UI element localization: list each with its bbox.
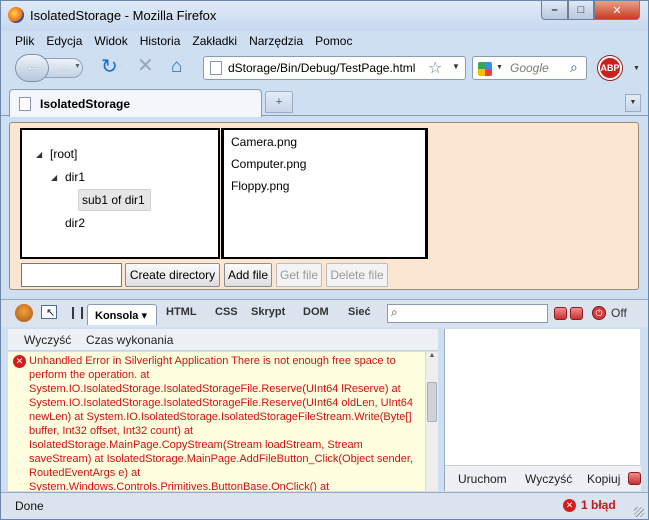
search-icon[interactable]: ⌕ <box>570 59 578 76</box>
home-icon[interactable]: ⌂ <box>171 57 182 77</box>
stop-icon[interactable]: ✕ <box>137 56 154 76</box>
menu-plik[interactable]: Plik <box>5 32 40 52</box>
search-engine-dropdown-icon[interactable]: ▼ <box>496 64 503 71</box>
tree-toggle-icon[interactable]: ◢ <box>36 150 42 159</box>
firebug-search-input[interactable]: ⌕ <box>387 304 548 323</box>
copy-button[interactable]: Kopiuj <box>587 472 620 486</box>
scroll-up-icon[interactable]: ▲ <box>426 352 438 364</box>
tab-list-icon[interactable]: ▼ <box>625 94 641 112</box>
url-text[interactable]: dStorage/Bin/Debug/TestPage.html <box>228 61 424 75</box>
create-directory-button[interactable]: Create directory <box>125 263 220 287</box>
forward-button[interactable]: → ▼ <box>45 58 83 78</box>
back-button[interactable] <box>15 54 49 82</box>
search-icon: ⌕ <box>391 305 398 319</box>
tab-siec[interactable]: Sieć <box>348 306 371 318</box>
off-label[interactable]: Off <box>611 306 627 320</box>
tab-title: IsolatedStorage <box>40 97 131 111</box>
detach-firebug-icon[interactable] <box>570 307 583 320</box>
error-icon: ✕ <box>13 355 26 368</box>
navigation-toolbar: →▼ ↻ ✕ ⌂ dStorage/Bin/Debug/TestPage.htm… <box>5 53 646 83</box>
tab-css[interactable]: CSS <box>215 306 238 318</box>
command-editor-toolbar: Uruchom Wyczyść Kopiuj <box>445 465 641 491</box>
scroll-thumb[interactable] <box>427 382 437 422</box>
tree-item-dir1[interactable]: dir1 <box>65 170 85 184</box>
google-icon[interactable] <box>478 62 492 76</box>
menu-widok[interactable]: Widok <box>88 32 133 52</box>
status-bar: Done ✕ 1 błąd <box>1 492 648 519</box>
firefox-icon <box>8 7 24 23</box>
profile-button[interactable]: Czas wykonania <box>86 333 173 347</box>
menu-edycja[interactable]: Edycja <box>40 32 88 52</box>
window-title: IsolatedStorage - Mozilla Firefox <box>30 8 217 23</box>
adblock-dropdown-icon[interactable]: ▼ <box>633 65 640 72</box>
search-input[interactable]: Google <box>510 61 549 75</box>
chevron-down-icon[interactable]: ▾ <box>141 310 147 322</box>
close-button[interactable]: ✕ <box>594 1 640 20</box>
list-item[interactable]: Floppy.png <box>231 179 289 193</box>
firebug-toolbar: ❙❙ Konsola ▾ HTML CSS Skrypt DOM Sieć ⌕ … <box>1 299 648 327</box>
tab-konsola[interactable]: Konsola ▾ <box>87 304 157 325</box>
minimize-firebug-icon[interactable] <box>554 307 567 320</box>
browser-window: IsolatedStorage - Mozilla Firefox – □ ✕ … <box>0 0 649 520</box>
menu-narzedzia[interactable]: Narzędzia <box>243 32 309 52</box>
clear-button[interactable]: Wyczyść <box>525 472 572 486</box>
reload-icon[interactable]: ↻ <box>101 57 118 77</box>
new-tab-button[interactable]: + <box>265 91 293 113</box>
firebug-icon[interactable] <box>15 304 33 322</box>
console-log: ✕ Unhandled Error in Silverlight Applica… <box>8 352 438 491</box>
status-text: Done <box>15 499 44 513</box>
bookmark-star-icon[interactable]: ☆ <box>428 58 442 78</box>
resize-grip-icon[interactable] <box>634 507 644 517</box>
command-editor-panel[interactable]: Uruchom Wyczyść Kopiuj <box>444 329 641 491</box>
tab-isolatedstorage[interactable]: IsolatedStorage <box>9 89 262 117</box>
title-bar: IsolatedStorage - Mozilla Firefox – □ ✕ <box>1 1 648 31</box>
clear-console-button[interactable]: Wyczyść <box>24 333 71 347</box>
console-toolbar: Wyczyść Czas wykonania <box>8 329 438 351</box>
directory-name-input[interactable] <box>21 263 122 287</box>
console-scrollbar[interactable]: ▲ <box>425 352 438 491</box>
error-message[interactable]: Unhandled Error in Silverlight Applicati… <box>29 354 421 491</box>
silverlight-app: ◢ [root] ◢ dir1 sub1 of dir1 dir2 Camera… <box>9 122 639 290</box>
list-item[interactable]: Computer.png <box>231 157 306 171</box>
minimize-button[interactable]: – <box>541 1 568 20</box>
directory-tree[interactable]: ◢ [root] ◢ dir1 sub1 of dir1 dir2 <box>20 128 220 259</box>
get-file-button[interactable]: Get file <box>276 263 322 287</box>
page-icon <box>19 97 31 111</box>
url-bar[interactable]: dStorage/Bin/Debug/TestPage.html ☆ ▼ <box>203 56 466 80</box>
tree-item-sub1[interactable]: sub1 of dir1 <box>82 193 145 207</box>
forward-arrow-icon: → <box>58 59 71 74</box>
file-list[interactable]: Camera.png Computer.png Floppy.png <box>221 128 428 259</box>
inspect-icon[interactable] <box>41 305 57 319</box>
menu-historia[interactable]: Historia <box>134 32 187 52</box>
close-editor-icon[interactable] <box>628 472 641 485</box>
adblock-icon[interactable]: ABP <box>598 56 622 80</box>
menu-pomoc[interactable]: Pomoc <box>309 32 358 52</box>
menu-bar: Plik Edycja Widok Historia Zakładki Narz… <box>5 32 646 52</box>
tab-skrypt[interactable]: Skrypt <box>251 306 285 318</box>
menu-zakladki[interactable]: Zakładki <box>186 32 243 52</box>
history-dropdown-icon[interactable]: ▼ <box>74 63 81 70</box>
tab-konsola-label: Konsola <box>95 310 139 322</box>
maximize-button[interactable]: □ <box>568 1 594 20</box>
tab-bar: IsolatedStorage + ▼ <box>1 85 648 117</box>
run-button[interactable]: Uruchom <box>458 472 507 486</box>
page-icon <box>210 61 222 75</box>
delete-file-button[interactable]: Delete file <box>326 263 388 287</box>
error-count[interactable]: 1 błąd <box>581 498 616 512</box>
search-bar[interactable]: ▼ Google ⌕ <box>472 56 587 80</box>
error-icon[interactable]: ✕ <box>563 499 576 512</box>
url-dropdown-icon[interactable]: ▼ <box>452 62 460 71</box>
power-icon[interactable]: ⏻ <box>592 306 606 320</box>
tab-dom[interactable]: DOM <box>303 306 329 318</box>
tree-item-root[interactable]: [root] <box>50 147 77 161</box>
pause-icon[interactable]: ❙❙ <box>68 305 87 319</box>
add-file-button[interactable]: Add file <box>224 263 272 287</box>
tab-html[interactable]: HTML <box>166 306 197 318</box>
tree-toggle-icon[interactable]: ◢ <box>51 173 57 182</box>
tree-item-dir2[interactable]: dir2 <box>65 216 85 230</box>
list-item[interactable]: Camera.png <box>231 135 297 149</box>
